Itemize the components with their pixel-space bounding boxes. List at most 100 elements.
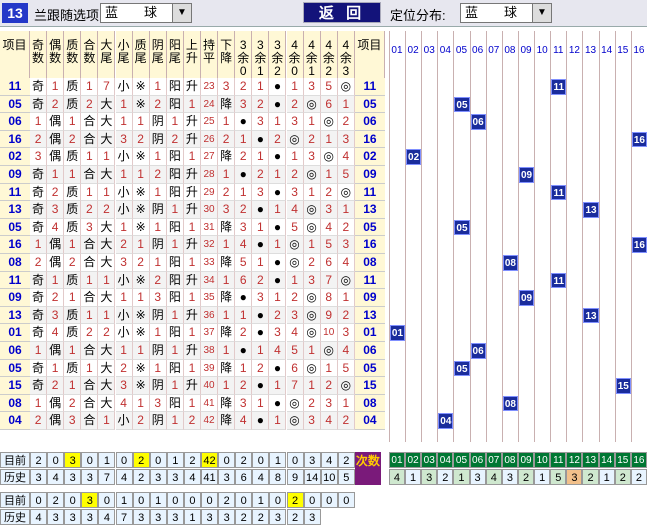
row-value: 6 <box>286 359 304 378</box>
row-value: 23 <box>201 78 219 96</box>
row-value: 1 <box>132 113 150 131</box>
row-value: 1 <box>337 95 355 114</box>
row-value: 1 <box>183 289 201 307</box>
row-item-id: 11 <box>0 271 30 290</box>
column-header: 4余0 <box>286 31 304 78</box>
row-value: 质 <box>64 306 82 325</box>
distribution-ball: 13 <box>583 202 599 218</box>
stats2-history-value: 3 <box>201 509 219 525</box>
ball-type-select[interactable]: 蓝 球 ▼ <box>100 3 192 23</box>
row-value: 阴 <box>149 306 167 325</box>
distribution-select-value: 蓝 球 <box>465 5 518 20</box>
row-value: 1 <box>269 166 287 184</box>
row-value: 1 <box>81 271 99 290</box>
grid-line <box>566 31 568 442</box>
row-value: 奇 <box>30 377 48 395</box>
stats-history-value: 8 <box>269 469 287 485</box>
row-value: 1 <box>218 342 236 360</box>
row-value: 降 <box>218 289 236 307</box>
row-value: ◎ <box>303 166 321 184</box>
distribution-ball: 05 <box>454 360 470 377</box>
row-value: 1 <box>115 218 133 237</box>
row-value: 5 <box>337 359 355 378</box>
row-item-id: 13 <box>354 201 385 219</box>
row-value: 5 <box>286 342 304 360</box>
row-item-id: 11 <box>0 183 30 202</box>
row-item-id: 08 <box>0 254 30 272</box>
chevron-down-icon[interactable]: ▼ <box>532 4 551 22</box>
cishu-value: 2 <box>614 469 631 485</box>
row-item-id: 05 <box>0 218 30 237</box>
cishu-number: 12 <box>566 452 583 468</box>
number-column-header: 10 <box>536 45 548 56</box>
row-value: 合 <box>81 412 99 430</box>
row-item-id: 11 <box>0 78 30 96</box>
row-value: 合 <box>81 254 99 272</box>
row-value: 1 <box>303 236 321 254</box>
row-value: 大 <box>98 95 116 114</box>
row-value: 7 <box>98 78 116 96</box>
row-item-id: 05 <box>0 95 30 114</box>
distribution-ball: 16 <box>631 131 647 148</box>
column-header: 质尾 <box>132 31 150 78</box>
row-value: 2 <box>47 95 65 114</box>
stats2-history-value: 3 <box>166 509 184 525</box>
row-value: 29 <box>201 183 219 202</box>
row-value: ※ <box>132 148 150 166</box>
row-value: 1 <box>47 271 65 290</box>
row-value: 1 <box>98 183 116 202</box>
back-button[interactable]: 返 回 <box>303 2 381 23</box>
distribution-select[interactable]: 蓝 球 ▼ <box>460 3 552 23</box>
row-value: 3 <box>235 95 253 114</box>
row-value: 奇 <box>30 95 48 114</box>
row-value: 5 <box>337 166 355 184</box>
row-item-id: 16 <box>354 236 385 254</box>
row-value: 2 <box>269 306 287 325</box>
stats2-history-value: 4 <box>30 509 48 525</box>
row-value: 奇 <box>30 183 48 202</box>
row-value: 降 <box>218 148 236 166</box>
stats-history-value: 4 <box>252 469 270 485</box>
row-value: 1 <box>218 377 236 395</box>
number-column-header: 03 <box>423 45 435 56</box>
row-value: 阴 <box>149 377 167 395</box>
row-value: 34 <box>201 271 219 290</box>
row-value: 阳 <box>166 218 184 237</box>
row-value: 1 <box>303 183 321 202</box>
stats-history-value: 7 <box>98 469 116 485</box>
row-value: 2 <box>320 377 338 395</box>
column-header: 阴尾 <box>149 31 167 78</box>
row-value: 3 <box>337 324 355 342</box>
row-value: ◎ <box>303 324 321 342</box>
row-value: 2 <box>286 95 304 114</box>
row-value: 2 <box>81 324 99 342</box>
cishu-number: 07 <box>485 452 502 468</box>
stats-history-value: 4 <box>47 469 65 485</box>
row-value: 30 <box>201 201 219 219</box>
row-value: ◎ <box>286 236 304 254</box>
grid-line <box>582 31 584 442</box>
row-value: 1 <box>166 342 184 360</box>
row-value: 偶 <box>47 254 65 272</box>
chevron-down-icon[interactable]: ▼ <box>172 4 191 22</box>
row-value: 7 <box>320 271 338 290</box>
grid-line <box>437 31 439 442</box>
row-value: 升 <box>183 236 201 254</box>
row-value: 1 <box>149 324 167 342</box>
cishu-number: 05 <box>453 452 470 468</box>
row-value: 3 <box>149 289 167 307</box>
cishu-value: 1 <box>453 469 470 485</box>
row-value: 1 <box>252 394 270 413</box>
row-value: 质 <box>64 359 82 378</box>
row-value: 阴 <box>149 130 167 149</box>
row-value: ※ <box>132 218 150 237</box>
row-item-id: 05 <box>354 218 385 237</box>
row-value: 1 <box>64 166 82 184</box>
row-value: ◎ <box>337 78 355 96</box>
row-item-id: 09 <box>354 289 385 307</box>
row-value: 质 <box>64 218 82 237</box>
row-value: 1 <box>269 201 287 219</box>
row-value: 1 <box>303 342 321 360</box>
row-item-id: 08 <box>354 254 385 272</box>
row-value: 2 <box>235 148 253 166</box>
